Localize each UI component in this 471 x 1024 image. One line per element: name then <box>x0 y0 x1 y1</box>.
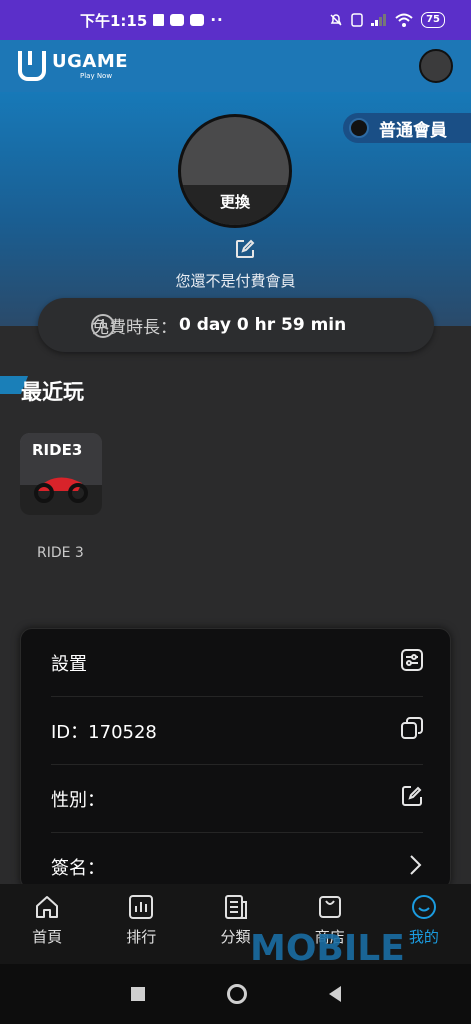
nav-profile-label: 我的 <box>408 928 439 946</box>
member-badge-icon <box>349 118 369 138</box>
gender-row[interactable]: 性別： <box>51 765 423 833</box>
nav-home[interactable]: 首頁 <box>0 884 94 964</box>
ugame-logo-icon <box>18 51 46 81</box>
logo-name: UGAME <box>52 50 129 72</box>
watermark-text: MOBILE <box>250 928 405 969</box>
home-icon <box>36 896 59 918</box>
settings-sliders-icon[interactable] <box>401 649 423 676</box>
member-badge[interactable]: 普通會員 <box>343 113 471 143</box>
game-thumbnail-ride3[interactable]: RIDE3 <box>20 433 102 515</box>
settings-label: 設置 <box>51 653 87 675</box>
settings-card: 設置 ID：170528 性別： 簽名： <box>20 628 451 890</box>
system-navigation-bar <box>0 964 471 1024</box>
chevron-right-icon[interactable] <box>407 854 423 881</box>
member-badge-label: 普通會員 <box>379 120 447 141</box>
status-time: 下午1:15 <box>80 11 148 30</box>
more-notifications-icon: ·· <box>210 11 224 29</box>
signal-icon <box>371 14 387 26</box>
gender-label: 性別： <box>51 789 105 811</box>
copy-icon[interactable] <box>401 717 423 744</box>
edit-icon[interactable] <box>401 785 423 812</box>
youtube-notification-icon <box>170 14 185 26</box>
nav-category-label: 分類 <box>220 928 251 946</box>
ride3-cover-text: RIDE3 <box>32 441 82 459</box>
youtube-notification-icon-2 <box>190 14 205 26</box>
nav-ranking-label: 排行 <box>126 928 157 946</box>
profile-smile-icon <box>411 895 436 919</box>
app-header: UGAME Play Now <box>0 40 471 92</box>
edit-name-icon[interactable] <box>234 238 256 264</box>
nav-home-label: 首頁 <box>32 928 63 946</box>
sim-icon <box>351 13 363 27</box>
mute-icon <box>330 14 342 26</box>
store-icon <box>318 896 341 918</box>
game-name-ride3: RIDE 3 <box>37 545 84 561</box>
app-logo: UGAME Play Now <box>52 50 129 80</box>
nav-ranking[interactable]: 排行 <box>94 884 188 964</box>
trash-notification-icon <box>153 14 165 26</box>
category-icon <box>224 895 247 919</box>
ranking-icon <box>129 895 154 919</box>
settings-row[interactable]: 設置 <box>51 629 423 697</box>
battery-indicator: 75 <box>421 12 445 28</box>
change-avatar-button[interactable]: 更換 <box>181 185 289 225</box>
header-avatar[interactable] <box>419 49 453 83</box>
wifi-icon <box>395 13 413 27</box>
recent-played-title: 最近玩 <box>21 380 84 404</box>
user-id-label: ID：170528 <box>51 721 157 743</box>
status-bar: 下午1:15 ·· 75 <box>0 0 471 40</box>
free-time-pill: 免費時長： 0 day 0 hr 59 min <box>38 298 434 352</box>
back-button-icon[interactable] <box>328 986 341 1002</box>
signature-label: 簽名： <box>51 858 105 879</box>
id-row[interactable]: ID：170528 <box>51 697 423 765</box>
logo-tagline: Play Now <box>80 71 113 80</box>
home-button-icon[interactable] <box>226 984 247 1004</box>
membership-status-text: 您還不是付費會員 <box>175 272 296 290</box>
clock-icon <box>91 314 115 338</box>
recents-button-icon[interactable] <box>130 987 145 1001</box>
ride3-cover-art: RIDE3 <box>20 433 102 515</box>
profile-avatar[interactable]: 更換 <box>178 114 292 228</box>
free-time-value: 0 day 0 hr 59 min <box>179 315 347 335</box>
